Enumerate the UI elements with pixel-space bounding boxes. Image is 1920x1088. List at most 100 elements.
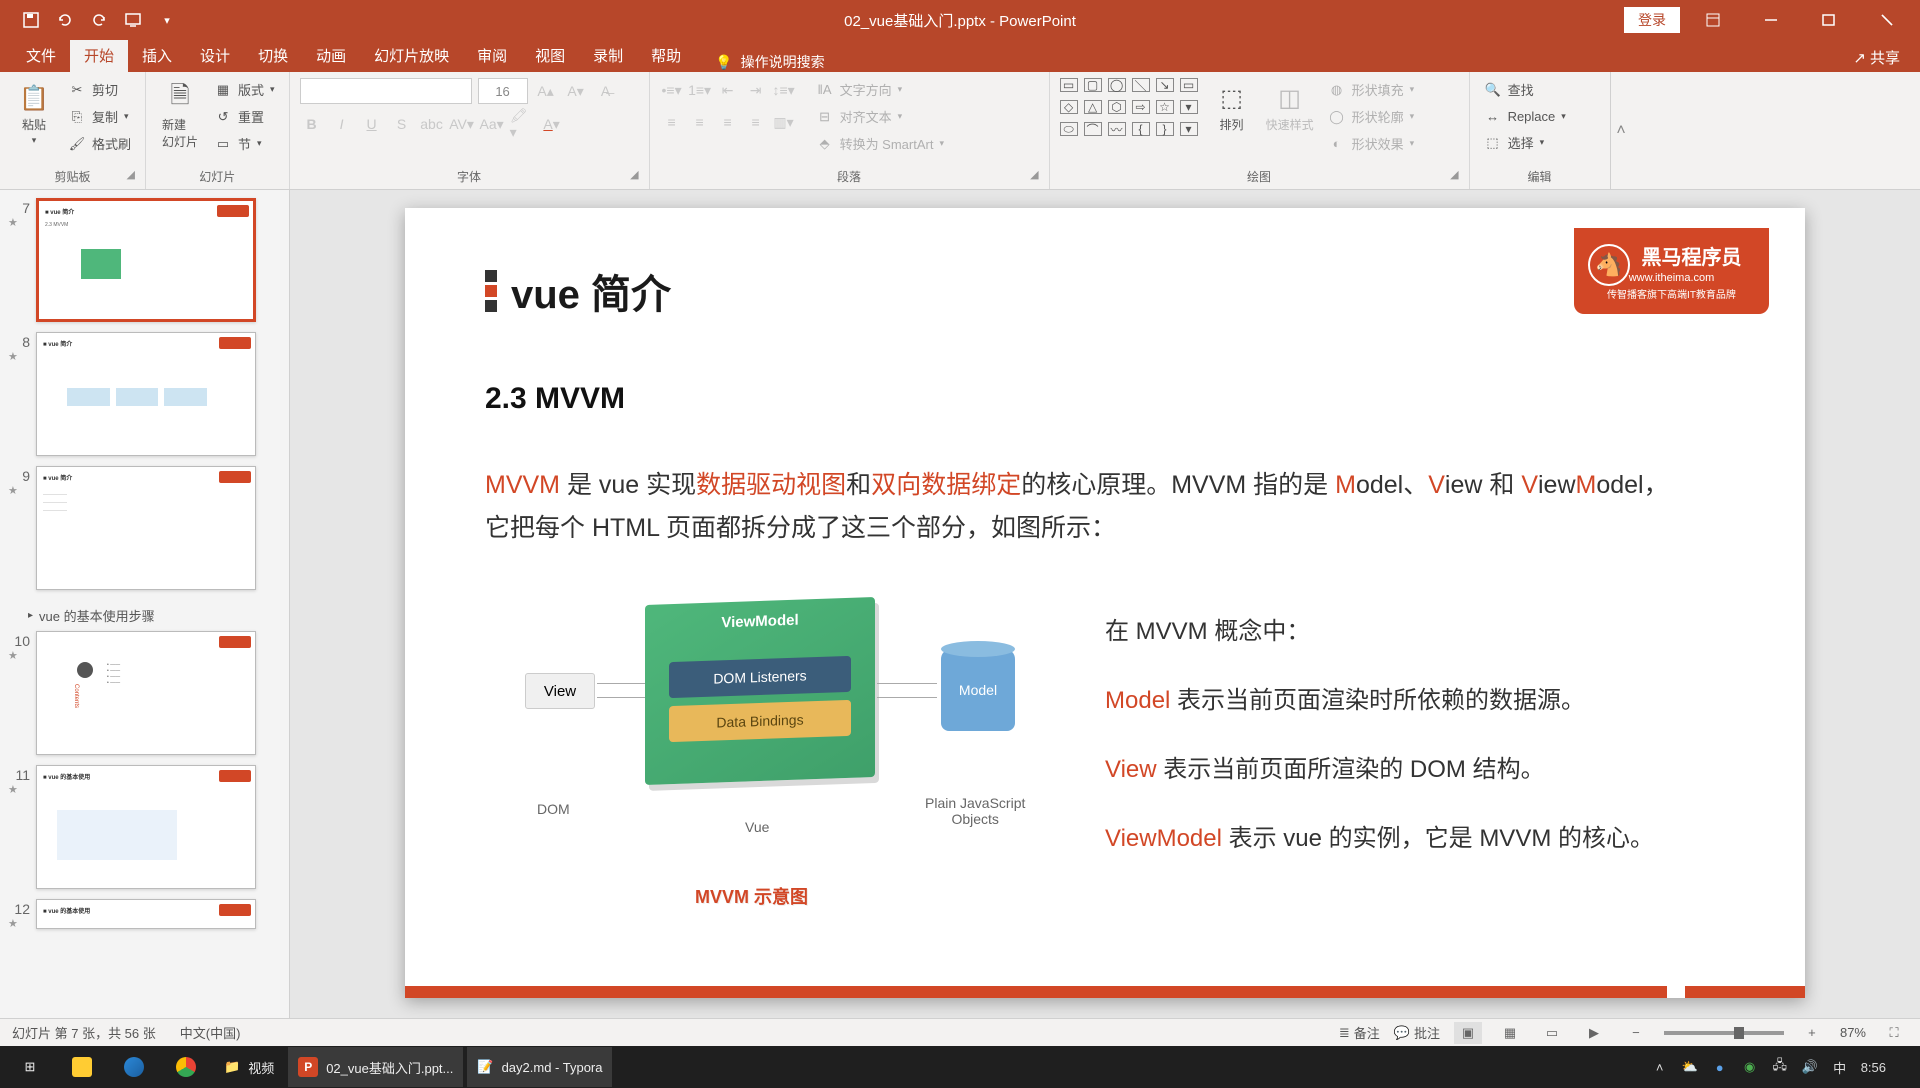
dialog-launcher-icon[interactable]: ◢: [1450, 168, 1458, 181]
reading-view-icon[interactable]: ▭: [1538, 1022, 1566, 1044]
tray-ime[interactable]: 中: [1831, 1058, 1849, 1076]
highlight-icon[interactable]: 🖍▾: [510, 112, 534, 136]
clear-format-icon[interactable]: A̶: [594, 79, 618, 103]
tray-chevron-icon[interactable]: ˄: [1651, 1058, 1669, 1076]
align-text-button[interactable]: ⊟对齐文本▾: [812, 105, 948, 128]
change-case-icon[interactable]: Aa▾: [480, 112, 504, 136]
quick-styles-button[interactable]: ◫快速样式: [1262, 78, 1318, 137]
slide-editor[interactable]: 🐴 黑马程序员 www.itheima.com 传智播客旗下高端IT教育品牌 v…: [290, 190, 1920, 1018]
tab-review[interactable]: 审阅: [463, 39, 521, 72]
zoom-in-icon[interactable]: +: [1798, 1022, 1826, 1044]
replace-button[interactable]: ↔Replace▾: [1480, 105, 1570, 127]
shadow-icon[interactable]: S: [390, 112, 414, 136]
tray-app-icon[interactable]: ●: [1711, 1058, 1729, 1076]
shape-fill-button[interactable]: ◍形状填充▾: [1324, 78, 1419, 101]
line-spacing-icon[interactable]: ↕≡▾: [772, 78, 796, 102]
thumbnail-slide-9[interactable]: 9★ ■ vue 简介——————————————————: [8, 466, 277, 590]
slideshow-start-icon[interactable]: [122, 9, 144, 31]
reset-button[interactable]: ↺重置: [210, 105, 279, 128]
new-slide-button[interactable]: 🗎 新建 幻灯片: [156, 78, 204, 154]
format-painter-button[interactable]: 🖌格式刷: [64, 132, 135, 155]
slide-canvas[interactable]: 🐴 黑马程序员 www.itheima.com 传智播客旗下高端IT教育品牌 v…: [405, 208, 1805, 998]
tab-file[interactable]: 文件: [12, 39, 70, 72]
comments-button[interactable]: 💬批注: [1394, 1023, 1440, 1042]
tell-me-search[interactable]: 💡 操作说明搜索: [715, 52, 824, 72]
taskbar-typora[interactable]: 📝day2.md - Typora: [467, 1047, 612, 1087]
arrange-button[interactable]: ⬚排列: [1208, 78, 1256, 137]
zoom-level[interactable]: 87%: [1840, 1025, 1866, 1040]
shrink-font-icon[interactable]: A▾: [564, 79, 588, 103]
grow-font-icon[interactable]: A▴: [534, 79, 558, 103]
undo-icon[interactable]: [54, 9, 76, 31]
dialog-launcher-icon[interactable]: ◢: [127, 168, 135, 181]
tray-record-icon[interactable]: ◉: [1741, 1058, 1759, 1076]
tab-view[interactable]: 视图: [521, 39, 579, 72]
underline-icon[interactable]: U: [360, 112, 384, 136]
section-header[interactable]: ▸vue 的基本使用步骤: [8, 600, 277, 631]
layout-button[interactable]: ▦版式▾: [210, 78, 279, 101]
shapes-gallery[interactable]: ▭▢◯＼↘▭ ◇△⬡⇨☆▾ ⬭⌒〰{}▾: [1060, 78, 1202, 142]
vertical-scrollbar[interactable]: [1898, 194, 1916, 1014]
font-color-icon[interactable]: A▾: [540, 112, 564, 136]
minimize-icon[interactable]: [1746, 0, 1796, 40]
ribbon-display-options-icon[interactable]: [1688, 0, 1738, 40]
increase-indent-icon[interactable]: ⇥: [744, 78, 768, 102]
thumbnail-slide-7[interactable]: 7★ ■ vue 简介2.3 MVVM: [8, 198, 277, 322]
tab-design[interactable]: 设计: [186, 39, 244, 72]
taskbar-edge[interactable]: [110, 1047, 158, 1087]
notes-button[interactable]: ≣备注: [1339, 1023, 1380, 1042]
dialog-launcher-icon[interactable]: ◢: [630, 168, 638, 181]
font-name-combo[interactable]: [300, 78, 472, 104]
slide-counter[interactable]: 幻灯片 第 7 张，共 56 张: [12, 1023, 156, 1042]
tab-transitions[interactable]: 切换: [244, 39, 302, 72]
decrease-indent-icon[interactable]: ⇤: [716, 78, 740, 102]
find-button[interactable]: 🔍查找: [1480, 78, 1570, 101]
fit-window-icon[interactable]: ⛶: [1880, 1022, 1908, 1044]
tab-animations[interactable]: 动画: [302, 39, 360, 72]
bullets-icon[interactable]: •≡▾: [660, 78, 684, 102]
tray-volume-icon[interactable]: 🔊: [1801, 1058, 1819, 1076]
tray-network-icon[interactable]: 🖧: [1771, 1058, 1789, 1076]
sorter-view-icon[interactable]: ▦: [1496, 1022, 1524, 1044]
shape-effects-button[interactable]: ◐形状效果▾: [1324, 132, 1419, 155]
italic-icon[interactable]: I: [330, 112, 354, 136]
qat-customize-icon[interactable]: ▾: [156, 9, 178, 31]
numbering-icon[interactable]: 1≡▾: [688, 78, 712, 102]
tab-slideshow[interactable]: 幻灯片放映: [360, 39, 463, 72]
cut-button[interactable]: ✂剪切: [64, 78, 135, 101]
dialog-launcher-icon[interactable]: ◢: [1030, 168, 1038, 181]
taskbar-powerpoint[interactable]: P02_vue基础入门.ppt...: [288, 1047, 463, 1087]
thumbnail-slide-8[interactable]: 8★ ■ vue 简介: [8, 332, 277, 456]
section-button[interactable]: ▭节▾: [210, 132, 279, 155]
share-button[interactable]: ↗共享: [1845, 43, 1908, 72]
font-size-combo[interactable]: [478, 78, 528, 104]
thumbnail-slide-12[interactable]: 12★ ■ vue 的基本使用: [8, 899, 277, 930]
copy-button[interactable]: ⎘复制▾: [64, 105, 135, 128]
close-icon[interactable]: [1862, 0, 1912, 40]
char-spacing-icon[interactable]: AV▾: [450, 112, 474, 136]
maximize-icon[interactable]: [1804, 0, 1854, 40]
tab-home[interactable]: 开始: [70, 39, 128, 72]
redo-icon[interactable]: [88, 9, 110, 31]
collapse-ribbon-icon[interactable]: ˄: [1610, 72, 1632, 189]
tab-recording[interactable]: 录制: [579, 39, 637, 72]
taskbar-chrome[interactable]: [162, 1047, 210, 1087]
align-center-icon[interactable]: ≡: [688, 110, 712, 134]
select-button[interactable]: ⬚选择▾: [1480, 131, 1570, 154]
paste-button[interactable]: 📋 粘贴▾: [10, 78, 58, 150]
taskbar-folder[interactable]: 📁视频: [214, 1047, 284, 1087]
zoom-slider[interactable]: [1664, 1031, 1784, 1035]
save-icon[interactable]: [20, 9, 42, 31]
normal-view-icon[interactable]: ▣: [1454, 1022, 1482, 1044]
tab-help[interactable]: 帮助: [637, 39, 695, 72]
convert-smartart-button[interactable]: ⬘转换为 SmartArt▾: [812, 132, 948, 155]
tray-clock[interactable]: 8:56: [1861, 1060, 1886, 1075]
align-right-icon[interactable]: ≡: [716, 110, 740, 134]
thumbnail-slide-10[interactable]: 10★ • ——• ——• ——• ——Contents: [8, 631, 277, 755]
slideshow-view-icon[interactable]: ▶: [1580, 1022, 1608, 1044]
slide-thumbnail-panel[interactable]: 7★ ■ vue 简介2.3 MVVM 8★ ■ vue 简介 9★ ■ vue…: [0, 190, 290, 1018]
language-status[interactable]: 中文(中国): [180, 1023, 241, 1042]
tab-insert[interactable]: 插入: [128, 39, 186, 72]
shape-outline-button[interactable]: ◯形状轮廓▾: [1324, 105, 1419, 128]
align-left-icon[interactable]: ≡: [660, 110, 684, 134]
